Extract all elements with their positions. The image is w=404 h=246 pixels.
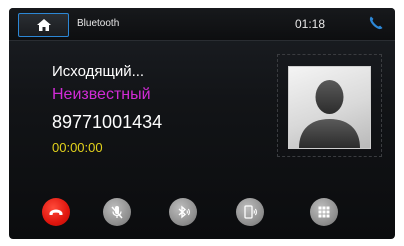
- clock: 01:18: [295, 17, 326, 31]
- phone-speaker-icon: [244, 205, 257, 219]
- mic-off-icon: [111, 206, 123, 219]
- caller-name: Неизвестный: [52, 86, 151, 103]
- call-status: Исходящий...: [52, 63, 145, 80]
- caller-number: 89771001434: [52, 112, 163, 132]
- status-bar: Bluetooth 01:18: [9, 8, 395, 41]
- call-controls: [9, 192, 395, 232]
- contact-photo-frame: [277, 54, 382, 157]
- call-screen: Bluetooth 01:18 Исходящий... Неизвестный…: [9, 8, 395, 239]
- bluetooth-audio-button[interactable]: [169, 198, 197, 226]
- person-silhouette-icon: [299, 80, 360, 148]
- keypad-icon: [318, 206, 330, 218]
- call-timer: 00:00:00: [52, 140, 103, 155]
- app-title: Bluetooth: [77, 18, 120, 29]
- hangup-icon: [49, 209, 63, 215]
- phone-audio-button[interactable]: [236, 198, 264, 226]
- mute-button[interactable]: [103, 198, 131, 226]
- phone-icon: [369, 16, 383, 30]
- avatar: [288, 66, 371, 149]
- home-button[interactable]: [18, 13, 69, 37]
- home-icon: [36, 19, 51, 31]
- bluetooth-icon: [178, 205, 190, 219]
- end-call-button[interactable]: [42, 198, 70, 226]
- keypad-button[interactable]: [310, 198, 338, 226]
